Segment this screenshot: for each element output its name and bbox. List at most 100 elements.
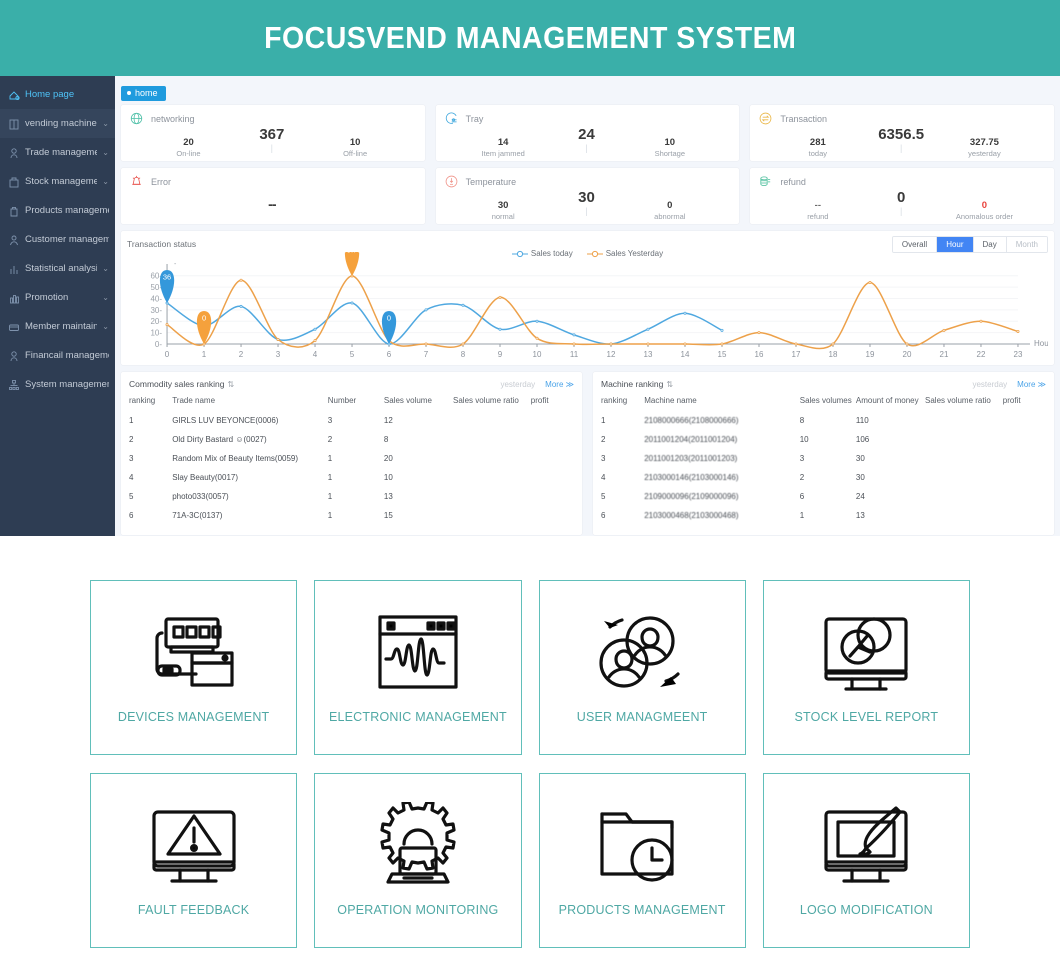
table-cell: 2 xyxy=(327,435,333,444)
table-cell: 1 xyxy=(601,416,606,425)
quick-link-electronic-management[interactable]: ELECTRONIC MANAGEMENT xyxy=(314,580,522,755)
table-cell: 2103000468(2103000468) xyxy=(644,511,739,520)
machine-more-link[interactable]: More ≫ xyxy=(1017,380,1046,389)
users-cycle-icon xyxy=(599,616,680,688)
stat-card-body: 30 30 normal | 0 abnormal xyxy=(444,189,730,222)
table-cell: 2108000666(2108000666) xyxy=(644,416,739,425)
sidebar-item-statistical-analysis[interactable]: Statistical analysis ⌄ xyxy=(0,254,115,283)
sidebar-item-label: System management xyxy=(25,379,109,390)
sidebar-item-member-maintain[interactable]: Member maintain ⌄ xyxy=(0,312,115,341)
quick-link-icon-wrap xyxy=(812,793,920,903)
table-row[interactable]: 2 Old Dirty Bastard ☺(0027) 2 8 xyxy=(129,430,574,449)
sidebar-item-label: Home page xyxy=(25,89,75,100)
table-cell xyxy=(453,468,531,487)
stat-sub-left: 30 normal xyxy=(456,200,550,222)
stat-sub-left-value: -- xyxy=(814,200,821,211)
chart-range-overall[interactable]: Overall xyxy=(892,236,938,252)
tab-home[interactable]: home xyxy=(121,86,166,101)
stat-card-refund[interactable]: refund 0 -- refund | 0 Anomalous order xyxy=(750,168,1054,224)
stat-card-body: 0 -- refund | 0 Anomalous order xyxy=(758,189,1044,222)
stat-sub-right: 10 Off-line xyxy=(308,137,402,159)
stock-icon xyxy=(9,177,19,187)
column-header: profit xyxy=(530,396,549,405)
chart-range-month[interactable]: Month xyxy=(1006,236,1047,252)
svg-text:20-: 20- xyxy=(150,317,162,326)
commodity-more-link[interactable]: More ≫ xyxy=(545,380,574,389)
svg-text:17: 17 xyxy=(792,350,801,359)
stats-icon xyxy=(10,265,18,274)
svg-text:20: 20 xyxy=(903,350,912,359)
table-cell xyxy=(453,411,531,430)
waveform-window-icon xyxy=(378,615,458,689)
table-row[interactable]: 6 2103000468(2103000468) 1 13 xyxy=(601,506,1046,525)
stat-sub-left-value: 281 xyxy=(809,137,826,148)
table-row[interactable]: 4 Slay Beauty(0017) 1 10 xyxy=(129,468,574,487)
stat-card-title: Temperature xyxy=(465,176,517,187)
quick-link-stock-level-report[interactable]: STOCK LEVEL REPORT xyxy=(762,580,970,755)
sidebar-item-system-management[interactable]: System management xyxy=(0,370,115,399)
stat-card-tray[interactable]: Tray 24 14 Item jammed | 10 Shortage xyxy=(435,105,740,161)
table-row[interactable]: 5 photo033(0057) 1 13 xyxy=(129,487,574,506)
machine-period-label: yesterday xyxy=(972,379,1008,389)
quick-link-devices-management[interactable]: DEVICES MANAGEMENT xyxy=(90,580,298,755)
sidebar-item-financail-management[interactable]: Financail management xyxy=(0,341,115,370)
svg-text:6: 6 xyxy=(387,350,392,359)
table-cell xyxy=(531,506,574,525)
table-row[interactable]: 1 2108000666(2108000666) 8 110 xyxy=(601,411,1046,430)
quick-link-products-management[interactable]: PRODUCTS MANAGEMENT xyxy=(538,773,746,948)
table-row[interactable]: 6 71A-3C(0137) 1 15 xyxy=(129,506,574,525)
column-header: Sales volumes xyxy=(799,396,852,405)
stat-card-temperature[interactable]: Temperature 30 30 normal | 0 abnormal xyxy=(435,168,740,224)
table-row[interactable]: 4 2103000146(2103000146) 2 30 xyxy=(601,468,1046,487)
stat-main-value: 24 xyxy=(578,126,595,143)
stat-sub-left: 20 On-line xyxy=(141,137,235,159)
stat-card-header: refund xyxy=(758,174,1044,189)
chart-range-day[interactable]: Day xyxy=(973,236,1007,252)
stat-card-error[interactable]: Error -- xyxy=(121,168,425,224)
transaction-status-panel: Transaction status Overall Hour Day Month S… xyxy=(121,231,1054,365)
table-row[interactable]: 3 Random Mix of Beauty Items(0059) 1 20 xyxy=(129,449,574,468)
sidebar-item-home-page[interactable]: Home page xyxy=(0,80,115,109)
quick-link-fault-feedback[interactable]: FAULT FEEDBACK xyxy=(90,773,298,948)
chart-toolbar: Transaction status Overall Hour Day Month xyxy=(127,235,1048,253)
quick-link-operation-monitoring[interactable]: OPERATION MONITORING xyxy=(314,773,522,948)
stat-sub-right-label: Shortage xyxy=(654,149,686,158)
table-row[interactable]: 5 2109000096(2109000096) 6 24 xyxy=(601,487,1046,506)
table-cell xyxy=(1003,506,1046,525)
table-cell xyxy=(531,487,574,506)
table-cell: 106 xyxy=(855,435,870,444)
commodity-ranking-title: Commodity sales ranking xyxy=(129,379,225,389)
column-header: Sales volume ratio xyxy=(453,396,519,405)
table-cell: 6 xyxy=(129,511,134,520)
globe-icon xyxy=(130,112,143,125)
table-row[interactable]: 1 GIRLS LUV BEYONCE(0006) 3 12 xyxy=(129,411,574,430)
chart-range-hour[interactable]: Hour xyxy=(937,236,974,252)
stat-card-networking[interactable]: networking 367 20 On-line | 10 Off-line xyxy=(121,105,425,161)
trade-icon xyxy=(10,147,18,158)
stat-sub-left: 281 today xyxy=(771,137,865,159)
vending-device-icon xyxy=(155,617,234,687)
sidebar-item-trade-management[interactable]: Trade management ⌄ xyxy=(0,138,115,167)
stat-card-title: refund xyxy=(780,176,806,187)
table-cell: 2 xyxy=(129,435,134,444)
column-header: Sales volume ratio xyxy=(925,396,991,405)
sidebar-item-customer-management[interactable]: Customer management xyxy=(0,225,115,254)
sidebar-item-stock-management[interactable]: Stock management ⌄ xyxy=(0,167,115,196)
svg-text:15: 15 xyxy=(718,350,727,359)
quick-link-logo-modification[interactable]: LOGO MODIFICATION xyxy=(762,773,970,948)
coins-icon xyxy=(760,176,771,186)
stat-card-transaction[interactable]: Transaction 6356.5 281 today | 327.75 ye… xyxy=(750,105,1054,161)
sidebar-item-promotion[interactable]: Promotion ⌄ xyxy=(0,283,115,312)
quick-link-user-managmeent[interactable]: USER MANAGMEENT xyxy=(538,580,746,755)
sidebar-item-products-management[interactable]: Products management xyxy=(0,196,115,225)
table-row[interactable]: 2 2011001204(2011001204) 10 106 xyxy=(601,430,1046,449)
svg-text:14: 14 xyxy=(681,350,690,359)
chevron-down-icon: ⌄ xyxy=(102,292,109,302)
sidebar-item-label: Products management xyxy=(25,205,109,216)
sidebar-item-vending-machine[interactable]: vending machine ⌄ xyxy=(0,109,115,138)
sort-icon[interactable]: ⇅ xyxy=(666,380,673,389)
svg-text:40-: 40- xyxy=(150,294,162,303)
table-cell: GIRLS LUV BEYONCE(0006) xyxy=(172,416,279,425)
table-row[interactable]: 3 2011001203(2011001203) 3 30 xyxy=(601,449,1046,468)
sort-icon[interactable]: ⇅ xyxy=(227,380,234,389)
